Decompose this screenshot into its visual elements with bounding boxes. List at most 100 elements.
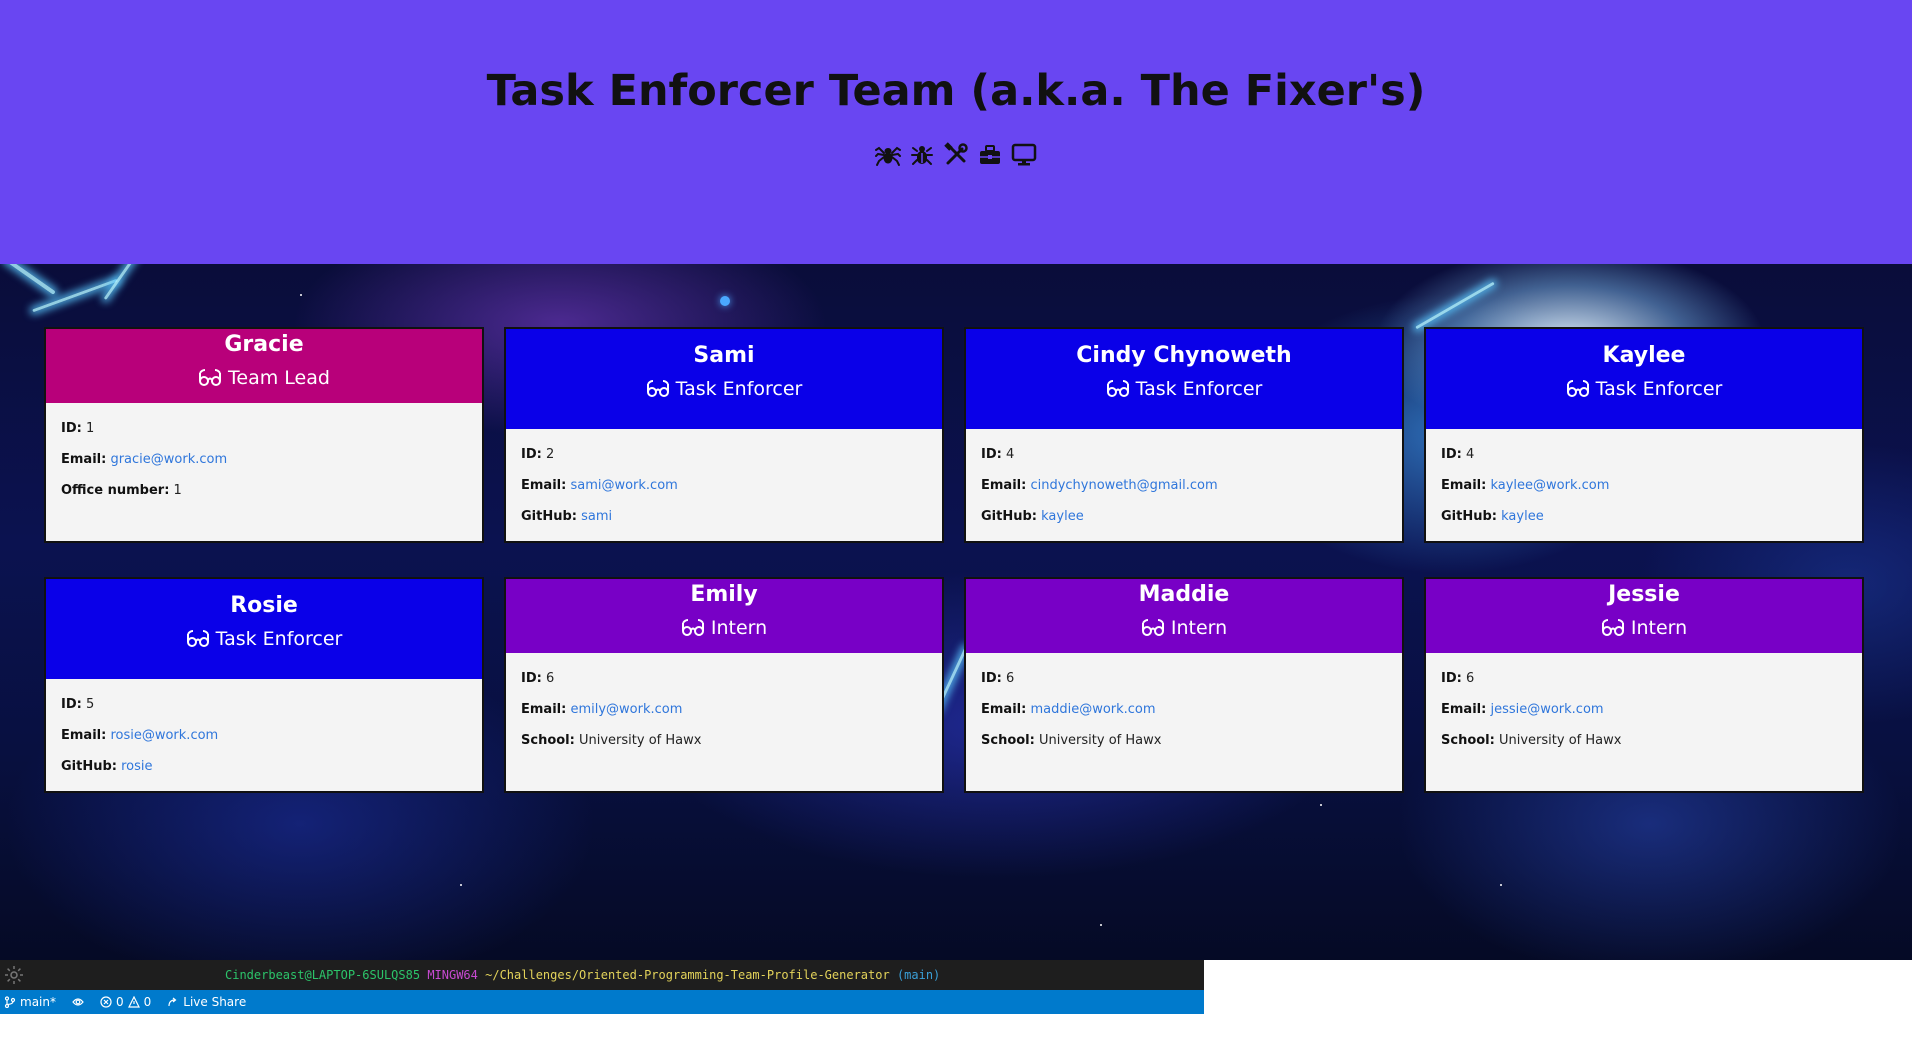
card-header: Cindy Chynoweth Task Enforcer [966,329,1402,429]
editor-bottom-panel: Cinderbeast@LAPTOP-6SULQS85 MINGW64 ~/Ch… [0,960,1204,1014]
spider-icon [875,142,901,168]
employee-role: Task Enforcer [1426,378,1862,400]
github-row: GitHub: kaylee [1441,509,1544,524]
email-link[interactable]: cindychynoweth@gmail.com [1030,478,1217,493]
github-link[interactable]: sami [581,509,612,524]
employee-name: Rosie [230,593,298,618]
glasses-icon [199,369,222,386]
live-share-icon [168,997,177,1007]
email-link[interactable]: kaylee@work.com [1490,478,1609,493]
email-row: Email: sami@work.com [521,478,678,493]
id-row: ID: 2 [521,447,555,462]
card-header: Rosie Task Enforcer [46,579,482,679]
eye-icon [72,998,84,1006]
card-header: Gracie Team Lead [46,329,482,403]
header-icons [0,142,1912,168]
prompt-branch: (main) [896,968,941,982]
card-header: Maddie Intern [966,579,1402,653]
employee-card: Emily Intern ID: 6 Email: emily@work.com… [504,577,944,793]
employee-card: Rosie Task Enforcer ID: 5 Email: rosie@w… [44,577,484,793]
id-row: ID: 4 [1441,447,1475,462]
live-share-button[interactable]: Live Share [167,995,246,1009]
email-link[interactable]: emily@work.com [570,702,682,717]
employee-role: Task Enforcer [506,378,942,400]
id-row: ID: 6 [1441,671,1475,686]
email-row: Email: kaylee@work.com [1441,478,1610,493]
card-body: ID: 6 Email: jessie@work.com School: Uni… [1426,653,1862,756]
toolbox-icon [977,142,1003,168]
school-row: School: University of Hawx [521,733,702,748]
email-row: Email: jessie@work.com [1441,702,1604,717]
employee-role: Task Enforcer [966,378,1402,400]
id-row: ID: 4 [981,447,1015,462]
email-row: Email: emily@work.com [521,702,683,717]
github-link[interactable]: kaylee [1501,509,1544,524]
email-link[interactable]: rosie@work.com [110,728,218,743]
status-bar: main* 0 0 Live Share [0,990,1204,1014]
github-link[interactable]: rosie [121,759,152,774]
employee-name: Emily [690,582,758,607]
employee-name: Sami [693,343,755,368]
github-row: GitHub: sami [521,509,613,524]
employee-name: Kaylee [1602,343,1686,368]
email-link[interactable]: jessie@work.com [1490,702,1603,717]
glasses-icon [1601,619,1624,636]
github-link[interactable]: kaylee [1041,509,1084,524]
email-row: Email: cindychynoweth@gmail.com [981,478,1218,493]
gear-icon[interactable] [0,960,28,990]
employee-role: Task Enforcer [46,628,482,650]
employee-name: Cindy Chynoweth [1076,343,1292,368]
glasses-icon [186,630,209,647]
card-body: ID: 6 Email: emily@work.com School: Univ… [506,653,942,756]
office-row: Office number: 1 [61,483,182,498]
id-row: ID: 1 [61,421,95,436]
employee-card: Jessie Intern ID: 6 Email: jessie@work.c… [1424,577,1864,793]
employee-role: Intern [1426,617,1862,639]
school-row: School: University of Hawx [1441,733,1622,748]
id-row: ID: 6 [521,671,555,686]
employee-name: Jessie [1608,582,1680,607]
employee-role: Intern [506,617,942,639]
id-row: ID: 5 [61,697,95,712]
employee-card: Gracie Team Lead ID: 1 Email: gracie@wor… [44,327,484,543]
id-row: ID: 6 [981,671,1015,686]
employee-card: Cindy Chynoweth Task Enforcer ID: 4 Emai… [964,327,1404,543]
card-header: Jessie Intern [1426,579,1862,653]
employee-card: Sami Task Enforcer ID: 2 Email: sami@wor… [504,327,944,543]
problems-indicator[interactable]: 0 0 [100,995,151,1009]
card-body: ID: 1 Email: gracie@work.com Office numb… [46,403,482,506]
card-body: ID: 6 Email: maddie@work.com School: Uni… [966,653,1402,756]
employee-card: Kaylee Task Enforcer ID: 4 Email: kaylee… [1424,327,1864,543]
card-header: Emily Intern [506,579,942,653]
glasses-icon [1566,380,1589,397]
employee-name: Maddie [1138,582,1230,607]
email-link[interactable]: maddie@work.com [1030,702,1155,717]
email-link[interactable]: sami@work.com [570,478,677,493]
prompt-system: MINGW64 [427,968,478,982]
employee-card: Maddie Intern ID: 6 Email: maddie@work.c… [964,577,1404,793]
employee-role: Team Lead [46,367,482,389]
employee-role: Intern [966,617,1402,639]
github-row: GitHub: rosie [61,759,153,774]
terminal-prompt[interactable]: Cinderbeast@LAPTOP-6SULQS85 MINGW64 ~/Ch… [0,960,1204,990]
email-row: Email: rosie@work.com [61,728,219,743]
tools-icon [943,142,969,168]
page-title: Task Enforcer Team (a.k.a. The Fixer's) [486,66,1426,116]
github-row: GitHub: kaylee [981,509,1084,524]
sync-button[interactable] [72,996,84,1008]
warning-icon [127,996,140,1008]
email-row: Email: maddie@work.com [981,702,1156,717]
email-link[interactable]: gracie@work.com [110,452,227,467]
card-body: ID: 4 Email: kaylee@work.com GitHub: kay… [1426,429,1862,532]
branch-indicator[interactable]: main* [4,995,56,1009]
git-branch-icon [4,996,16,1008]
glasses-icon [681,619,704,636]
school-row: School: University of Hawx [981,733,1162,748]
page-header: Task Enforcer Team (a.k.a. The Fixer's) [0,0,1912,264]
prompt-line: Cinderbeast@LAPTOP-6SULQS85 MINGW64 ~/Ch… [225,960,940,990]
card-header: Kaylee Task Enforcer [1426,329,1862,429]
prompt-path: ~/Challenges/Oriented-Programming-Team-P… [485,968,890,982]
employee-name: Gracie [224,332,304,357]
card-header: Sami Task Enforcer [506,329,942,429]
card-body: ID: 2 Email: sami@work.com GitHub: sami [506,429,942,532]
